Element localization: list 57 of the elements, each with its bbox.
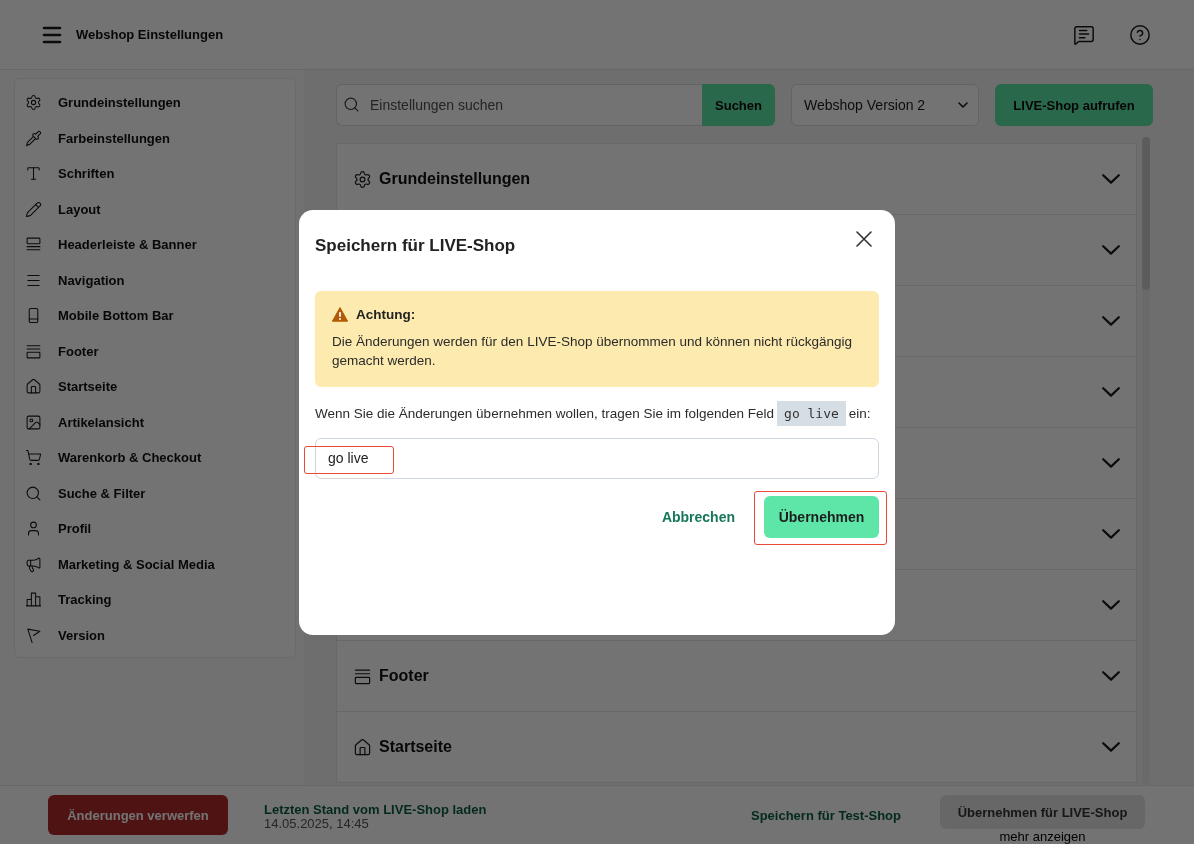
reload-link[interactable]: Letzten Stand vom LIVE-Shop laden [264,803,487,817]
search-button[interactable]: Suchen [702,84,775,126]
live-shop-button[interactable]: LIVE-Shop aufrufen [995,84,1153,126]
sidebar-item[interactable]: Marketing & Social Media [25,546,285,582]
search-field[interactable]: Einstellungen suchen [336,84,702,126]
sidebar-item[interactable]: Farbeinstellungen [25,120,285,156]
warning-text: Die Änderungen werden für den LIVE-Shop übernommen und können nicht rückgängig gemacht werden. [332,332,854,370]
cancel-button[interactable]: Abbrechen [661,508,735,525]
version-select[interactable]: Webshop Version 2 [791,84,979,126]
reload-timestamp: 14.05.2025, 14:45 [264,817,370,831]
accordion-header[interactable]: Grundeinstellungen [336,143,1137,215]
sidebar-item[interactable]: Schriften [25,156,285,192]
pennant-icon [25,626,42,644]
chevron-down-icon [958,102,968,108]
sidebar-item[interactable]: Headerleiste & Banner [25,227,285,263]
confirmation-input[interactable]: go live [315,437,879,479]
sidebar-item[interactable]: Tracking [25,582,285,618]
accordion-header[interactable]: Footer [336,640,1137,712]
pencil-icon [25,200,42,218]
sidebar-item[interactable]: Navigation [25,262,285,298]
type-icon [25,165,42,183]
user-icon [25,520,42,538]
search-icon [343,96,360,113]
gear-icon [25,94,42,112]
pipette-icon [25,129,42,147]
help-icon[interactable] [1129,23,1151,46]
sidebar-item[interactable]: Mobile Bottom Bar [25,298,285,334]
dialog-title: Speichern für LIVE-Shop [315,234,516,257]
sidebar-item[interactable]: Grundeinstellungen [25,85,285,121]
image-icon [25,413,42,431]
sidebar-item[interactable]: Layout [25,191,285,227]
sidebar-item[interactable]: Version [25,617,285,653]
discard-button[interactable]: Änderungen verwerfen [48,795,228,835]
bar-chart-icon [25,591,42,609]
sidebar-item[interactable]: Profil [25,511,285,547]
home-icon [353,737,372,757]
home-icon [25,378,42,396]
sidebar-item[interactable]: Artikelansicht [25,404,285,440]
sidebar-item[interactable]: Warenkorb & Checkout [25,440,285,476]
megaphone-icon [25,555,42,573]
app-title: Webshop Einstellungen [76,27,224,42]
sidebar-item[interactable]: Footer [25,333,285,369]
instruction-text: Wenn Sie die Änderungen übernehmen wollen, tragen Sie im folgenden Feld go live ein: [315,398,879,428]
more-link[interactable]: mehr anzeigen [999,829,1086,844]
chat-icon[interactable] [1073,23,1095,46]
gear-icon [353,169,372,189]
save-test-shop-button[interactable]: Speichern für Test-Shop [751,795,901,835]
warning-icon [332,307,348,322]
cart-icon [25,449,42,467]
warning-title: Achtung: [356,305,416,324]
sidebar-item[interactable]: Startseite [25,369,285,405]
accordion-header[interactable]: Startseite [336,711,1137,783]
footer-layout-icon [25,342,42,360]
confirm-button[interactable]: Übernehmen [764,495,879,538]
close-icon[interactable] [856,230,872,247]
sidebar-item[interactable]: Suche & Filter [25,475,285,511]
search-icon [25,484,42,502]
